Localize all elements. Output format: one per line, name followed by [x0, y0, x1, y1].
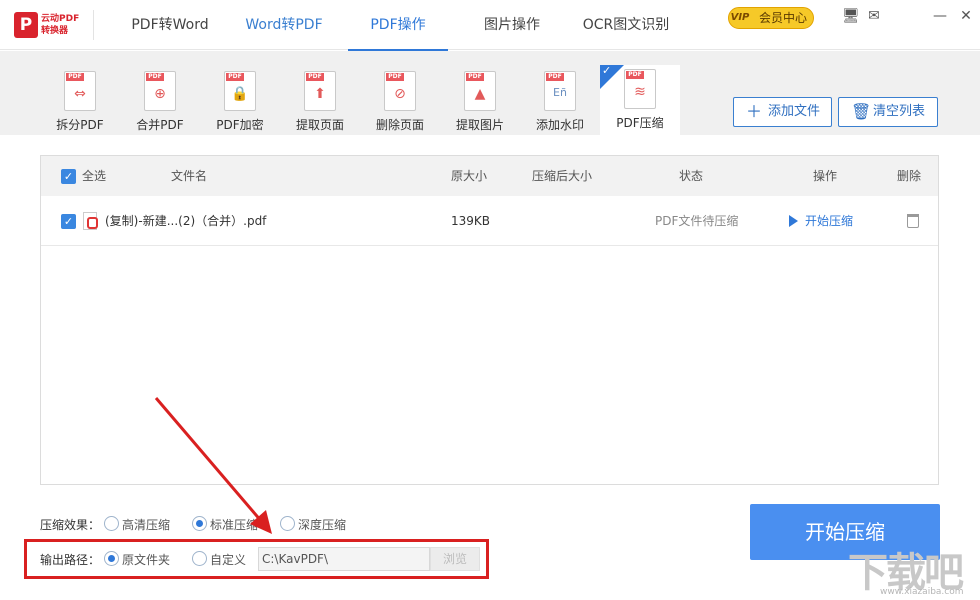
watermark-url: www.xiazaiba.com: [880, 587, 964, 597]
app-window: P 云动PDF 转换器 PDF转Word Word转PDF PDF操作 图片操作…: [0, 0, 980, 600]
